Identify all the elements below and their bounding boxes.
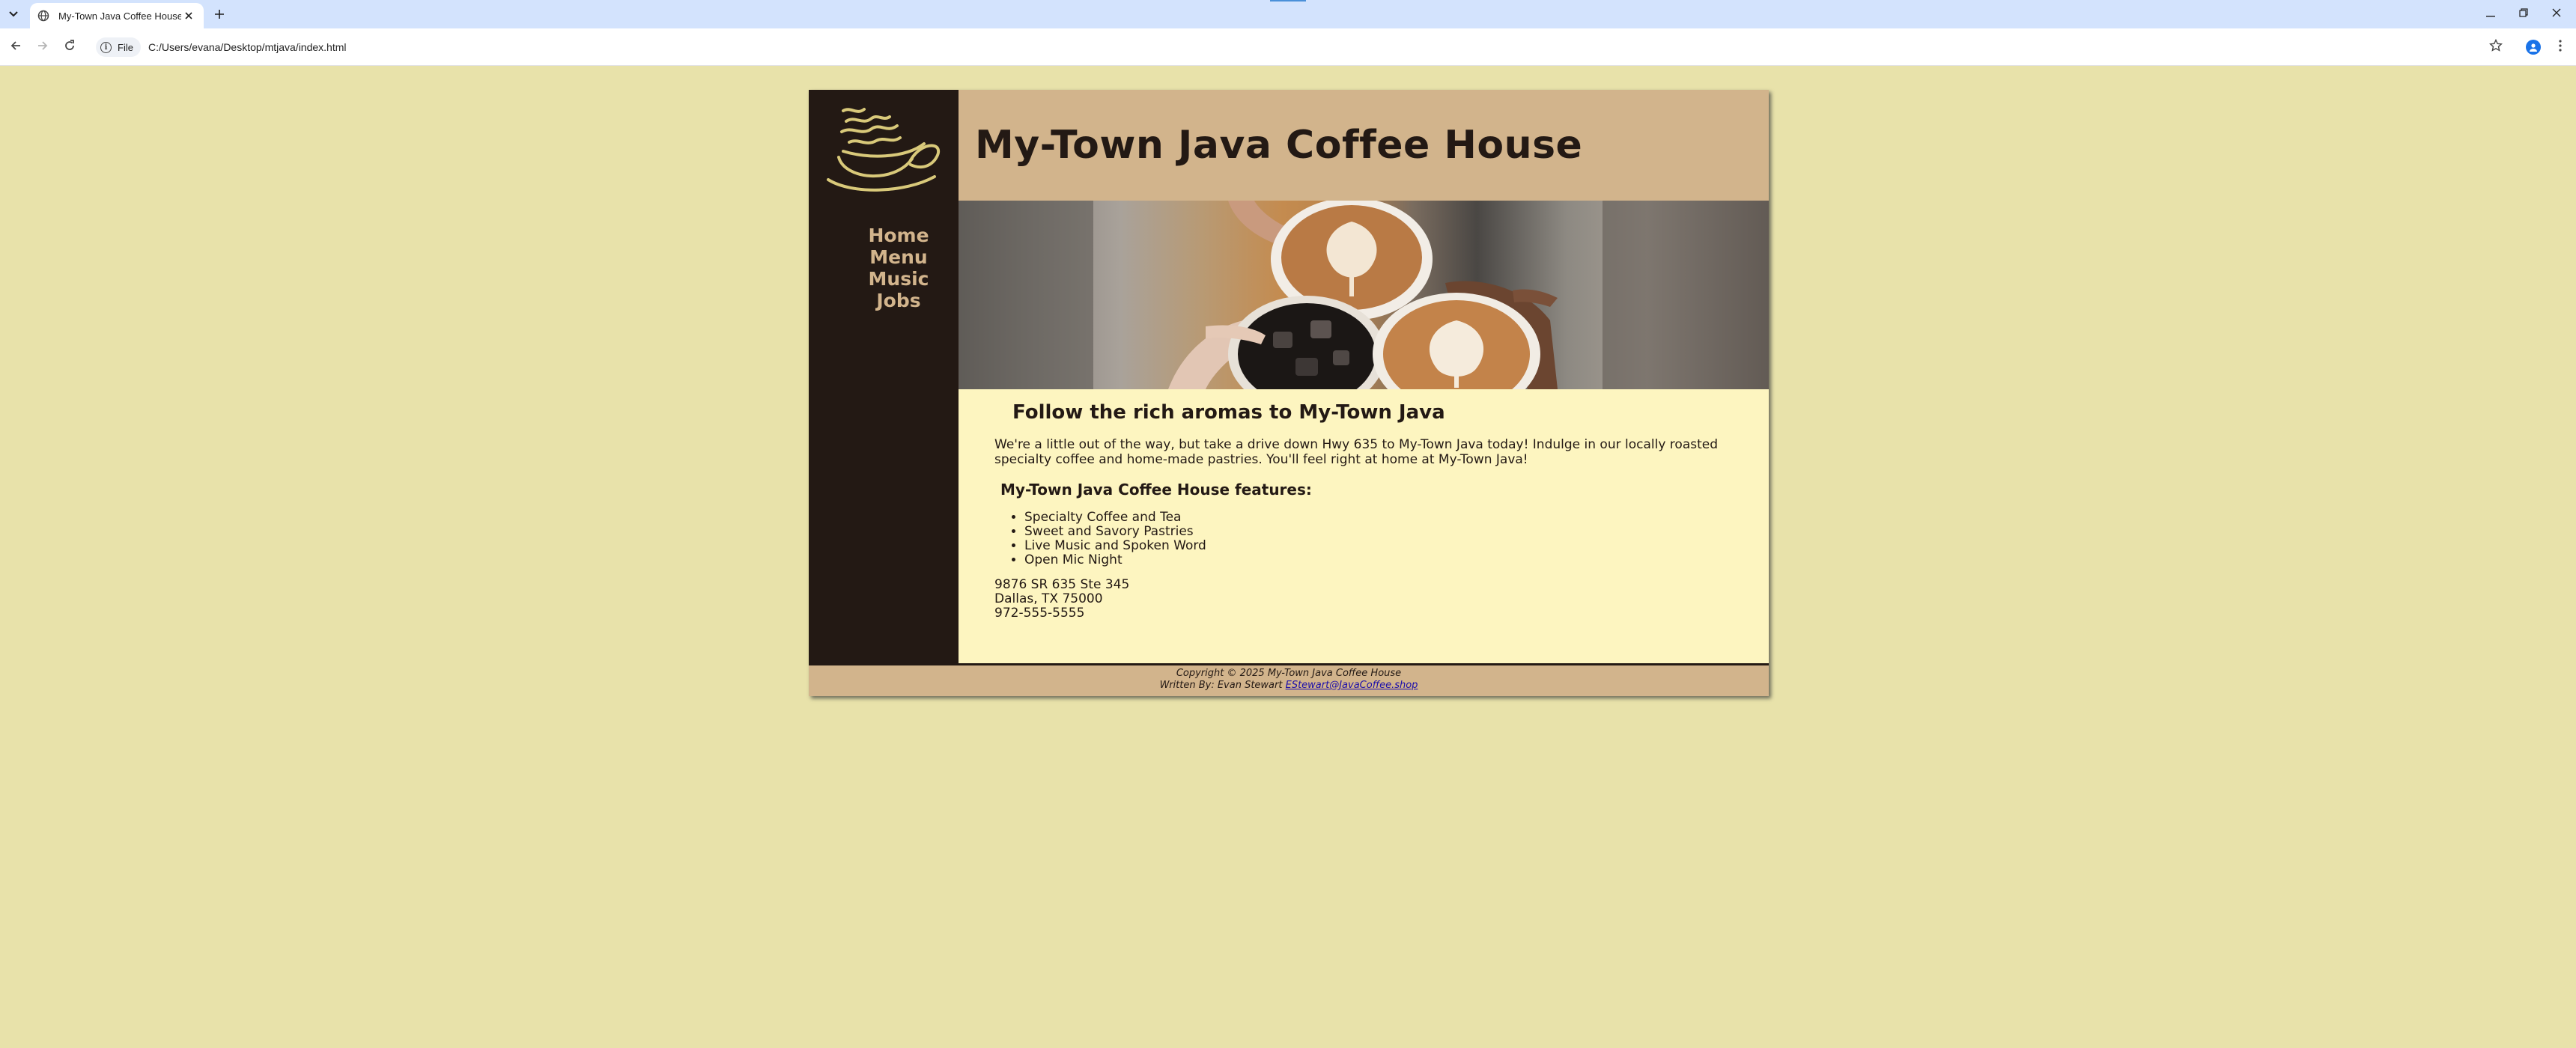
list-item: Specialty Coffee and Tea — [1024, 511, 1743, 525]
nav-jobs-link[interactable]: Jobs — [809, 290, 959, 311]
restore-button[interactable] — [2507, 3, 2540, 25]
forward-arrow-icon — [37, 40, 49, 55]
star-icon — [2488, 38, 2503, 56]
intro-paragraph: We're a little out of the way, but take … — [994, 437, 1719, 467]
main-content: Follow the rich aromas to My-Town Java W… — [959, 389, 1769, 663]
address-city: Dallas, TX 75000 — [994, 591, 1103, 606]
address-phone: 972-555-5555 — [994, 606, 1085, 621]
site-chip-label: File — [118, 41, 133, 53]
tab-strip: My-Town Java Coffee House — [0, 0, 2576, 28]
footer-written-by: Written By: Evan Stewart — [1159, 680, 1283, 691]
minimize-icon — [2486, 8, 2495, 20]
nav-home-link[interactable]: Home — [809, 225, 959, 246]
back-button[interactable] — [6, 37, 25, 57]
footer-copyright: Copyright © 2025 My-Town Java Coffee Hou… — [1176, 668, 1402, 679]
reload-button[interactable] — [60, 37, 79, 57]
hero-image-coffee-cups — [959, 201, 1769, 389]
active-tab[interactable]: My-Town Java Coffee House — [30, 3, 204, 28]
features-list: Specialty Coffee and Tea Sweet and Savor… — [1024, 511, 1743, 567]
window-drag-indicator — [1270, 0, 1306, 1]
close-window-button[interactable] — [2540, 3, 2573, 25]
back-arrow-icon — [10, 40, 22, 55]
browser-toolbar: i File C:/Users/evana/Desktop/mtjava/ind… — [0, 28, 2576, 66]
site-header: My-Town Java Coffee House — [959, 90, 1769, 201]
list-item: Open Mic Night — [1024, 553, 1743, 567]
page-wrapper: My-Town Java Coffee House Home Menu Musi… — [809, 90, 1769, 696]
plus-icon — [214, 4, 225, 24]
minimize-button[interactable] — [2474, 3, 2507, 25]
features-heading: My-Town Java Coffee House features: — [1000, 481, 1312, 499]
list-item: Live Music and Spoken Word — [1024, 539, 1743, 553]
tab-search-button[interactable] — [4, 5, 22, 23]
nav-menu-link[interactable]: Menu — [809, 246, 959, 268]
bookmark-button[interactable] — [2486, 37, 2506, 57]
profile-icon — [2526, 40, 2541, 55]
url-text[interactable]: C:/Users/evana/Desktop/mtjava/index.html — [148, 41, 347, 53]
site-title: My-Town Java Coffee House — [975, 123, 1583, 168]
site-info-chip[interactable]: i File — [96, 37, 141, 57]
chevron-down-icon — [9, 8, 18, 20]
browser-menu-button[interactable] — [2551, 37, 2570, 57]
contact-address: 9876 SR 635 Ste 345 Dallas, TX 75000 972… — [994, 578, 1743, 621]
coffee-cup-logo — [822, 99, 942, 192]
kebab-menu-icon — [2559, 39, 2562, 55]
globe-icon — [37, 10, 49, 22]
address-bar[interactable]: i File C:/Users/evana/Desktop/mtjava/ind… — [90, 34, 2336, 61]
close-icon — [2552, 8, 2561, 20]
close-icon[interactable] — [181, 8, 196, 23]
restore-icon — [2519, 8, 2528, 20]
list-item: Sweet and Savory Pastries — [1024, 525, 1743, 539]
main-nav: Home Menu Music Jobs — [809, 225, 959, 311]
footer-email-link[interactable]: EStewart@JavaCoffee.shop — [1286, 680, 1418, 691]
new-tab-button[interactable] — [210, 4, 229, 24]
nav-music-link[interactable]: Music — [809, 268, 959, 290]
profile-button[interactable] — [2524, 37, 2543, 57]
main-heading: Follow the rich aromas to My-Town Java — [1012, 401, 1445, 424]
address-street: 9876 SR 635 Ste 345 — [994, 577, 1130, 592]
info-icon: i — [100, 41, 112, 53]
forward-button[interactable] — [33, 37, 52, 57]
tab-title: My-Town Java Coffee House — [58, 10, 181, 22]
site-footer: Copyright © 2025 My-Town Java Coffee Hou… — [809, 663, 1769, 696]
footer-author: Written By: Evan Stewart EStewart@JavaCo… — [809, 680, 1769, 692]
reload-icon — [64, 39, 76, 55]
